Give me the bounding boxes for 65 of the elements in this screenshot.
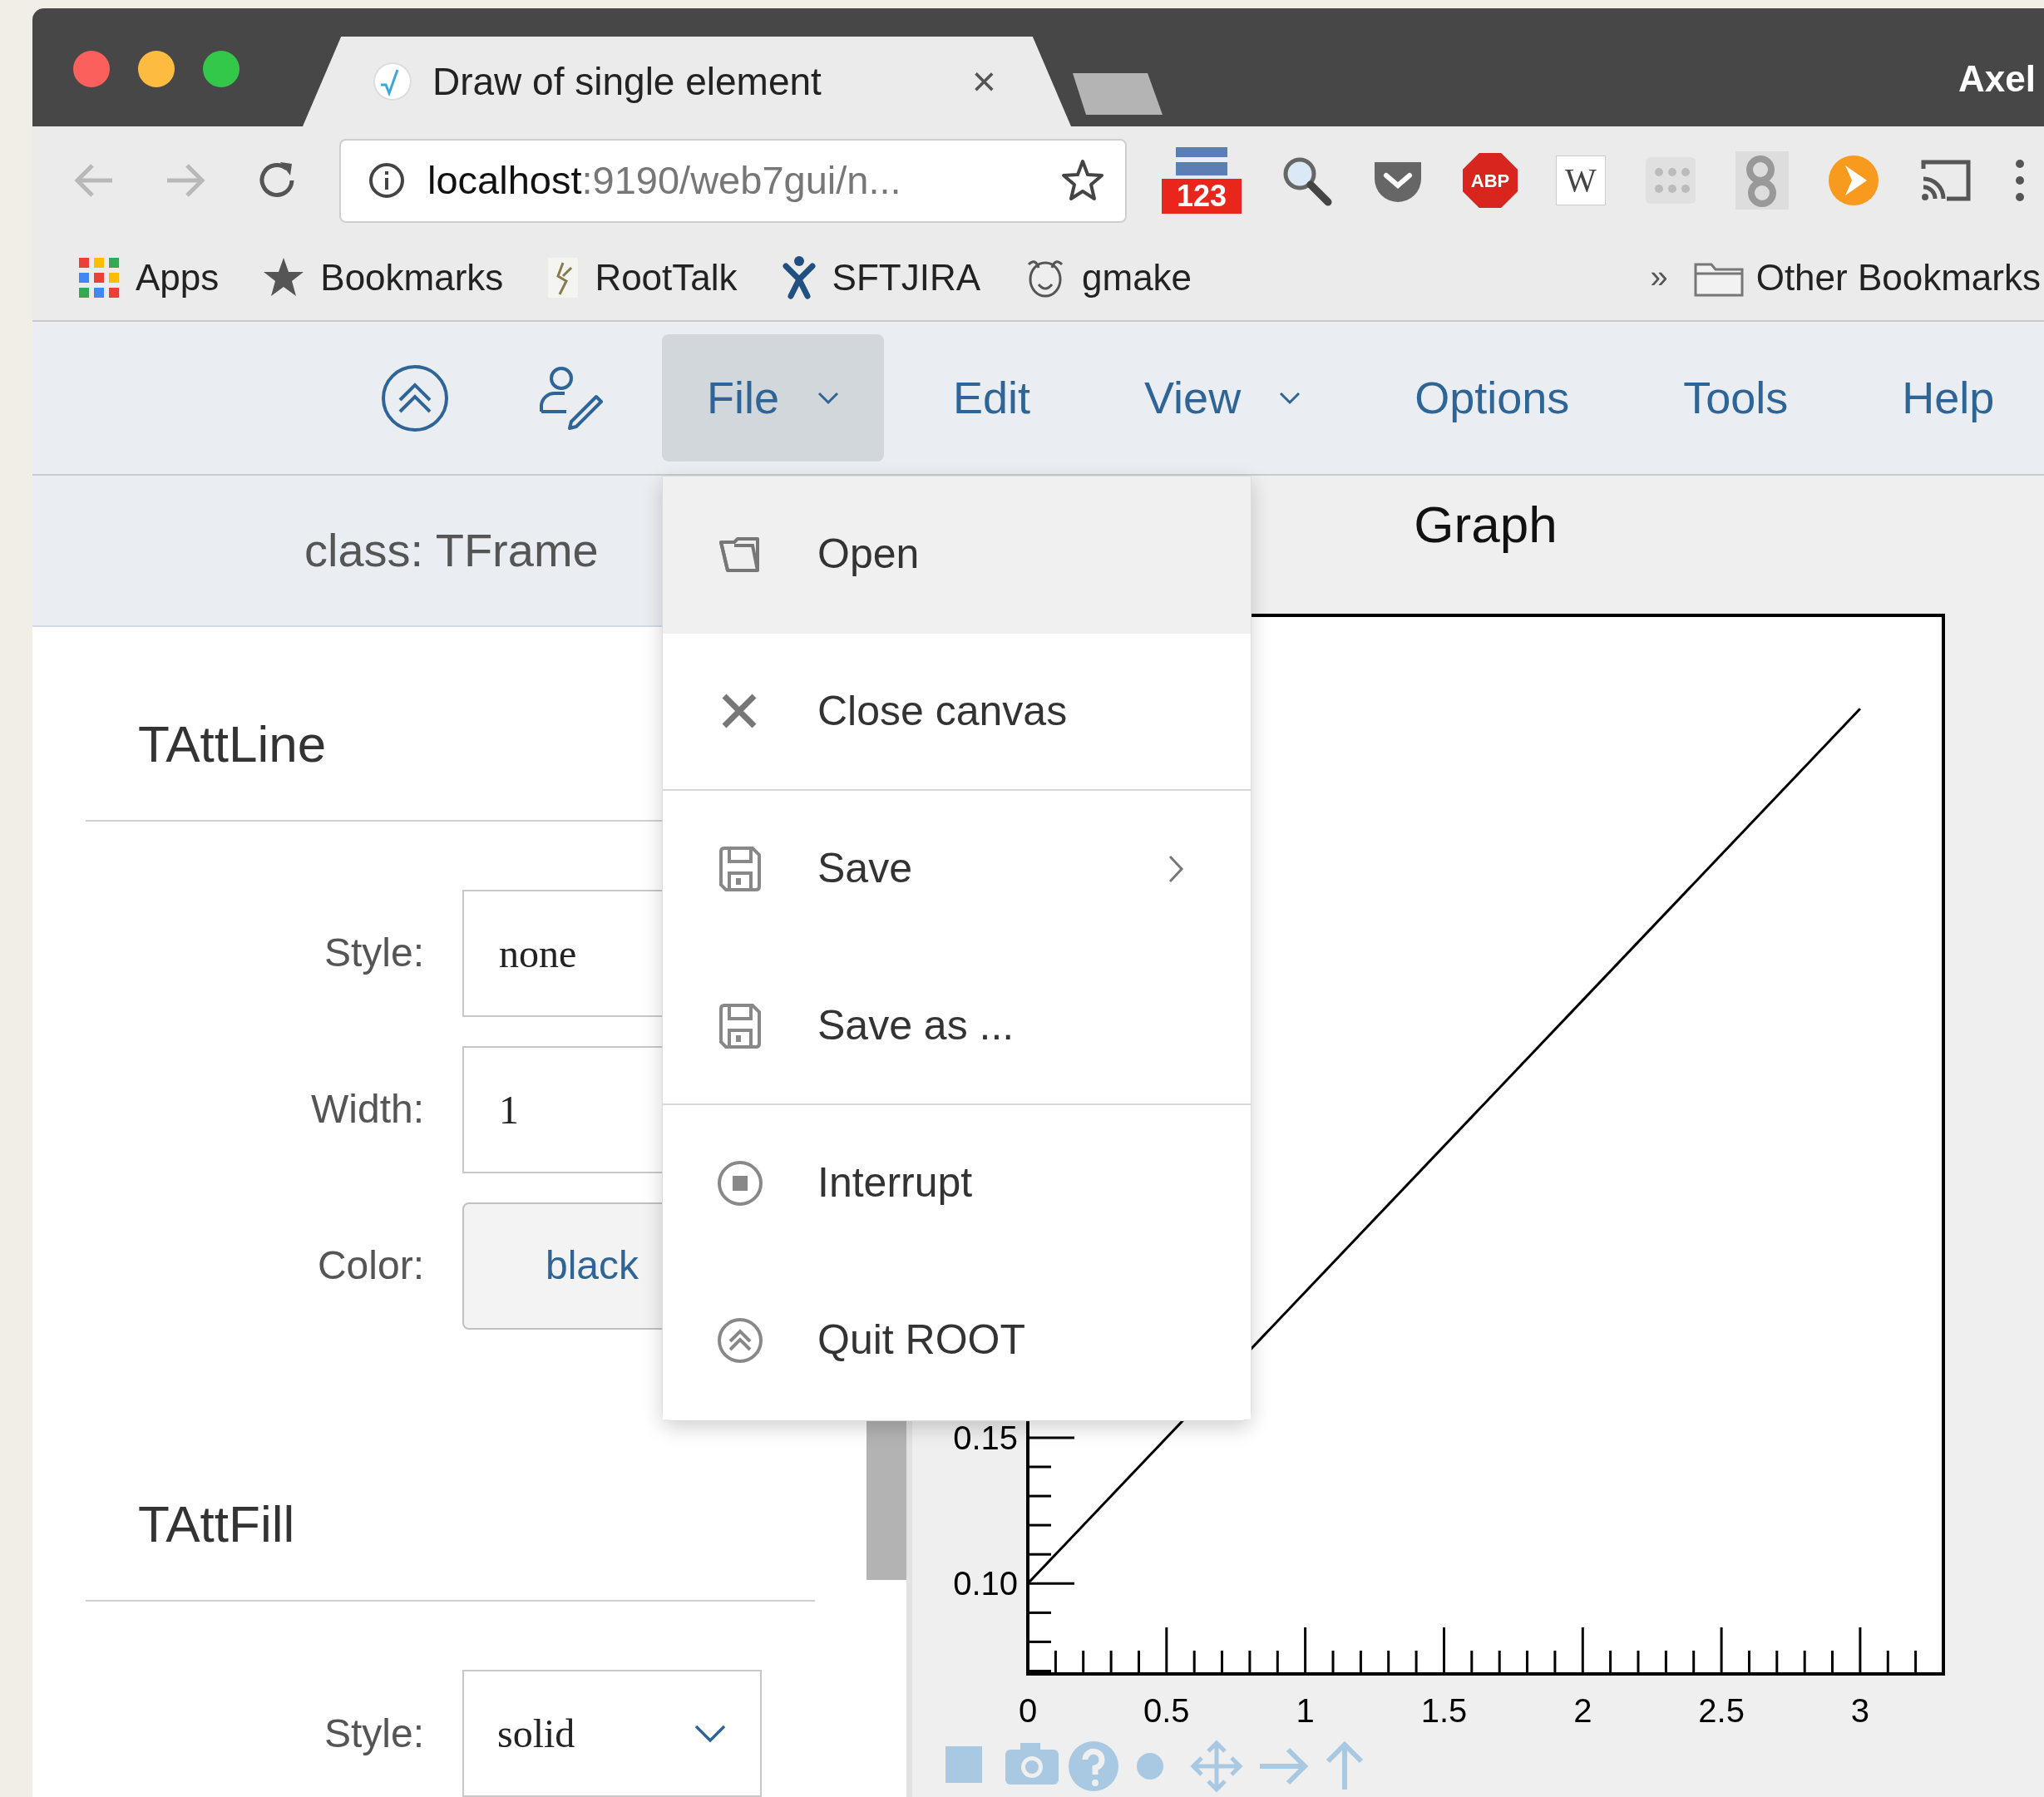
bookmark-link[interactable]: Apps [136, 249, 220, 305]
menu-tab[interactable]: File [662, 334, 884, 462]
menu-item[interactable]: Save [663, 791, 1251, 948]
wiki-button[interactable]: W [1556, 156, 1606, 205]
tick-label: 3 [1850, 1692, 1870, 1729]
bookmark-star-icon[interactable] [1060, 158, 1105, 203]
class-label: class: TFrame [304, 523, 599, 579]
profile-name[interactable]: Axel [1958, 52, 2036, 106]
menu-item[interactable]: Close canvas [663, 634, 1251, 791]
section-heading: TAttFill [138, 1495, 295, 1553]
tick-label: 0.15 [953, 1419, 1018, 1456]
field-label: Color: [316, 1242, 424, 1290]
scrollbar-thumb[interactable] [866, 1421, 906, 1580]
play-icon[interactable] [1827, 154, 1880, 207]
maximize-window-button[interactable] [203, 51, 239, 87]
select-field[interactable]: solid [462, 1670, 762, 1797]
field-label: Width: [309, 1086, 424, 1133]
field-label: Style: [323, 1710, 424, 1757]
stop-circle-icon [716, 1158, 764, 1207]
bookmark-link[interactable]: SFTJIRA [832, 249, 980, 305]
section-heading: TAttLine [138, 714, 327, 773]
menu-item[interactable]: Interrupt [663, 1105, 1251, 1262]
calendar-extension-button[interactable]: 123 [1162, 147, 1242, 214]
url-text: localhost:9190/web7gui/n... [427, 156, 901, 204]
tick-label: 1.5 [1420, 1692, 1468, 1729]
minimize-window-button[interactable] [138, 51, 175, 87]
menu-tab[interactable]: Help [1857, 334, 2040, 462]
chart-title: Graph [1414, 496, 1558, 553]
menu-item[interactable]: Open [663, 476, 1251, 634]
close-window-button[interactable] [73, 51, 110, 87]
app-logo-button[interactable] [380, 363, 450, 433]
tab-title: Draw of single element [432, 58, 822, 105]
bookmark-link[interactable]: gmake [1082, 249, 1192, 305]
browser-tab[interactable]: Draw of single element × [303, 37, 1071, 126]
dot-icon[interactable] [1137, 1753, 1163, 1780]
bookmark-link[interactable]: RootTalk [595, 249, 738, 305]
dots-extension-icon[interactable] [1644, 156, 1697, 205]
field-label: Style: [323, 930, 424, 977]
tick-label: 0 [1018, 1692, 1038, 1729]
tick-label: 1 [1296, 1692, 1315, 1729]
menu-tab[interactable]: Tools [1638, 334, 1834, 462]
tick-label: 2.5 [1698, 1692, 1745, 1729]
apps-grid-icon [77, 255, 121, 299]
tab-close-button[interactable]: × [971, 50, 996, 113]
info-icon[interactable] [368, 161, 406, 200]
chevrons-up-circle-icon [716, 1316, 764, 1365]
tick-label: 2 [1573, 1692, 1592, 1729]
badge-count: 123 [1162, 179, 1242, 214]
menu-tab[interactable]: Options [1370, 334, 1615, 462]
menu-tab[interactable]: Edit [908, 334, 1076, 462]
menu-item[interactable]: Save as ... [663, 948, 1251, 1105]
bookmark-link[interactable]: Bookmarks [320, 249, 504, 305]
chevron-down-icon [694, 1723, 727, 1744]
figure-favicon-icon [780, 254, 817, 301]
address-bar[interactable]: localhost:9190/web7gui/n... [339, 138, 1127, 223]
bookmark-link[interactable]: Other Bookmarks [1755, 249, 2041, 305]
tick-label: 0.10 [953, 1565, 1018, 1602]
figure-favicon-icon [546, 255, 580, 299]
menu-tab[interactable]: View [1099, 334, 1346, 462]
g-extension-icon[interactable] [1735, 151, 1789, 210]
tick-label: 0.5 [1143, 1692, 1190, 1729]
graph-favicon-icon [373, 62, 412, 101]
adblock-button[interactable]: ABP [1463, 153, 1518, 208]
menu-item[interactable]: Quit ROOT [663, 1262, 1251, 1419]
bookmarks-overflow-button[interactable]: » [1650, 254, 1668, 301]
